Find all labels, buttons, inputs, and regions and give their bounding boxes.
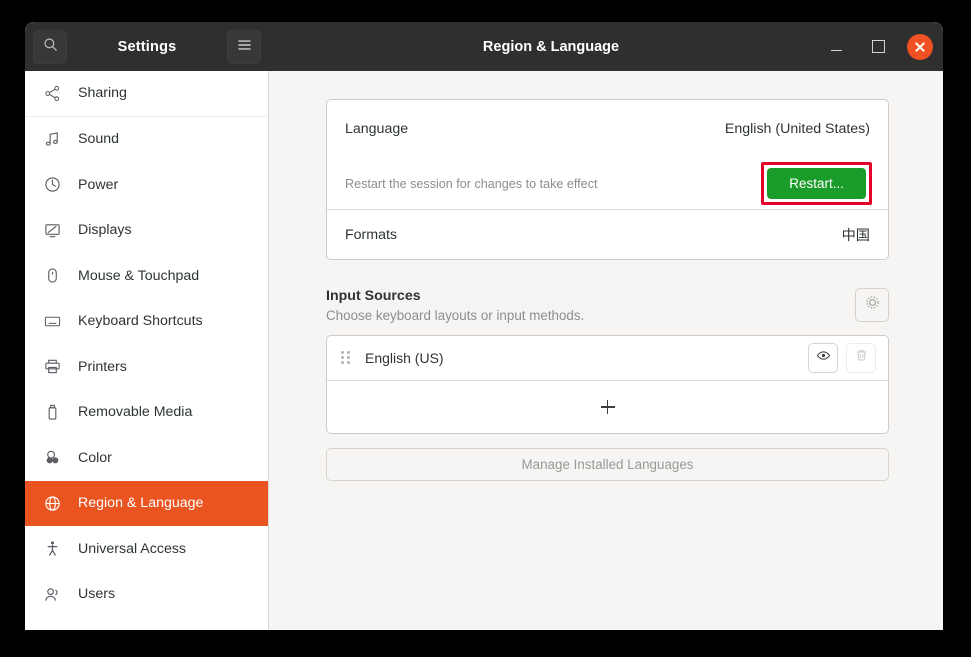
- users-icon: [43, 585, 61, 603]
- header-bar: Settings Region & Language: [25, 22, 943, 71]
- input-sources-title: Input Sources: [326, 288, 421, 304]
- sidebar-item-sound[interactable]: Sound: [25, 117, 268, 163]
- language-row[interactable]: Language English (United States): [327, 100, 888, 158]
- restart-button[interactable]: Restart...: [767, 168, 866, 199]
- maximize-button[interactable]: [865, 34, 891, 60]
- sidebar-item-label: Power: [78, 176, 119, 193]
- display-icon: [43, 221, 61, 239]
- close-button[interactable]: [907, 33, 933, 60]
- sidebar-item-label: Mouse & Touchpad: [78, 267, 200, 284]
- header-bar-right: Region & Language: [269, 22, 943, 71]
- language-card: Language English (United States) Restart…: [326, 99, 889, 260]
- search-icon: [43, 37, 58, 57]
- keyboard-icon: [43, 312, 61, 330]
- sidebar-item-displays[interactable]: Displays: [25, 208, 268, 254]
- sidebar-item-users[interactable]: Users: [25, 572, 268, 618]
- color-circles-icon: [43, 449, 61, 467]
- power-icon: [43, 176, 61, 194]
- search-button[interactable]: [33, 29, 67, 64]
- sidebar-item-universal-access[interactable]: Universal Access: [25, 526, 268, 572]
- window-controls: [823, 22, 933, 71]
- sidebar-item-sharing[interactable]: Sharing: [25, 71, 268, 117]
- usb-drive-icon: [43, 403, 61, 421]
- menu-button[interactable]: [227, 29, 261, 64]
- sidebar-item-label: Color: [78, 449, 112, 466]
- formats-row[interactable]: Formats 中国: [327, 210, 888, 259]
- page-title: Region & Language: [482, 38, 620, 55]
- drag-handle-icon[interactable]: [341, 351, 351, 365]
- sidebar-item-region-language[interactable]: Region & Language: [25, 480, 268, 526]
- input-source-name: English (US): [365, 350, 444, 366]
- content-area: Language English (United States) Restart…: [269, 71, 943, 630]
- window-body: Sharing Sound Power Displays Mouse & Tou…: [25, 71, 943, 630]
- app-title: Settings: [117, 38, 177, 55]
- restart-hint: Restart the session for changes to take …: [345, 176, 598, 191]
- language-label: Language: [345, 121, 409, 137]
- plus-icon: [600, 400, 615, 414]
- sidebar-item-label: Region & Language: [78, 495, 204, 512]
- language-value: English (United States): [724, 121, 870, 137]
- input-sources-card: English (US): [326, 335, 889, 434]
- sidebar-item-label: Users: [78, 586, 116, 603]
- sidebar-item-label: Displays: [78, 222, 132, 239]
- sidebar-item-label: Universal Access: [78, 540, 187, 557]
- share-icon: [43, 84, 61, 102]
- input-sources-options-button[interactable]: [855, 288, 889, 322]
- remove-input-source-button[interactable]: [846, 343, 876, 373]
- formats-label: Formats: [345, 226, 398, 243]
- preview-layout-button[interactable]: [808, 343, 838, 373]
- sidebar-item-printers[interactable]: Printers: [25, 344, 268, 390]
- sidebar-item-default-applications[interactable]: Default Applications: [25, 617, 268, 630]
- gear-icon: [864, 294, 881, 316]
- sidebar-item-power[interactable]: Power: [25, 162, 268, 208]
- header-bar-left: Settings: [25, 22, 269, 71]
- input-sources-header: Input Sources Choose keyboard layouts or…: [326, 288, 889, 323]
- sidebar-item-label: Keyboard Shortcuts: [78, 313, 203, 330]
- sidebar-item-label: Sharing: [78, 85, 127, 102]
- printer-icon: [43, 358, 61, 376]
- settings-window: Settings Region & Language Sharing Sound…: [25, 22, 943, 630]
- sidebar-item-label: Sound: [78, 131, 120, 148]
- accessibility-icon: [43, 540, 61, 558]
- globe-icon: [43, 494, 61, 512]
- input-sources-text: Input Sources Choose keyboard layouts or…: [326, 288, 584, 323]
- formats-value: 中国: [841, 227, 870, 244]
- hamburger-menu-icon: [237, 38, 252, 56]
- sidebar-item-color[interactable]: Color: [25, 435, 268, 481]
- music-note-icon: [43, 130, 61, 148]
- add-input-source-button[interactable]: [327, 381, 888, 433]
- sidebar-item-label: Printers: [78, 358, 127, 375]
- input-sources-subtitle: Choose keyboard layouts or input methods…: [326, 308, 585, 323]
- minimize-button[interactable]: [823, 34, 849, 60]
- trash-icon: [854, 348, 869, 368]
- restart-row: Restart the session for changes to take …: [327, 158, 888, 210]
- input-source-row[interactable]: English (US): [327, 336, 888, 381]
- eye-icon: [816, 348, 831, 368]
- sidebar-item-label: Removable Media: [78, 404, 193, 421]
- sidebar-item-keyboard-shortcuts[interactable]: Keyboard Shortcuts: [25, 299, 268, 345]
- sidebar-item-mouse-touchpad[interactable]: Mouse & Touchpad: [25, 253, 268, 299]
- restart-highlight: Restart...: [761, 162, 872, 205]
- mouse-icon: [43, 267, 61, 285]
- sidebar-item-removable-media[interactable]: Removable Media: [25, 390, 268, 436]
- manage-installed-languages-button[interactable]: Manage Installed Languages: [326, 448, 889, 481]
- sidebar[interactable]: Sharing Sound Power Displays Mouse & Tou…: [25, 71, 269, 630]
